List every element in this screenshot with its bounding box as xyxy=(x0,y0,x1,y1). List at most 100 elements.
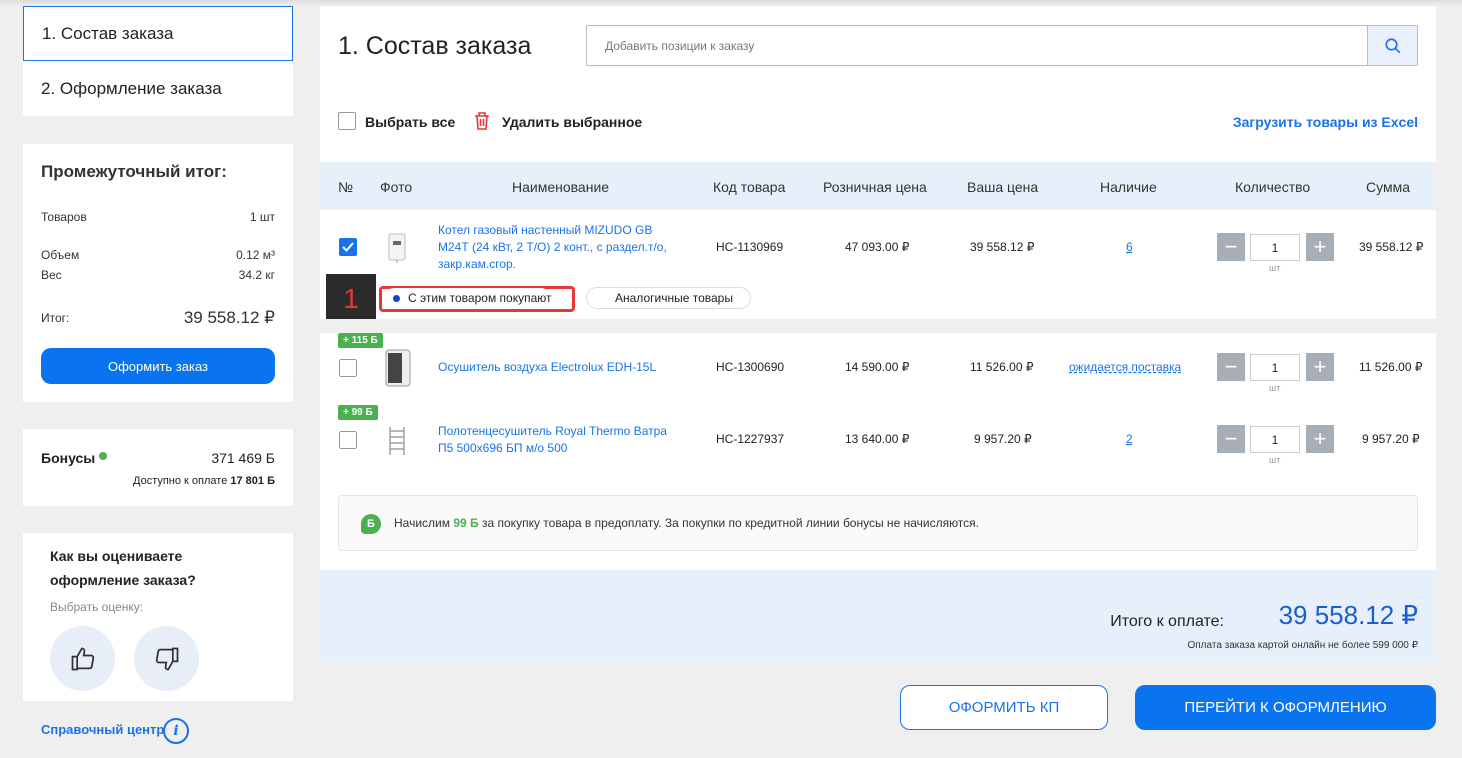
total-row: Итог: 39 558.12 ₽ xyxy=(41,308,275,328)
product-name-link[interactable]: Осушитель воздуха Electrolux EDH-15L xyxy=(438,359,656,376)
stock-link[interactable]: 6 xyxy=(1126,240,1133,254)
tab-buy-with-label: С этим товаром покупают xyxy=(408,291,552,305)
qty-plus-button[interactable]: + xyxy=(1306,353,1334,381)
delete-selected-button[interactable]: Удалить выбранное xyxy=(502,114,642,130)
qty-minus-button[interactable]: − xyxy=(1217,233,1245,261)
col-name: Наименование xyxy=(512,179,610,195)
page-title: 1. Состав заказа xyxy=(338,32,532,60)
upload-excel-link[interactable]: Загрузить товары из Excel xyxy=(1233,114,1418,130)
retail-price: 47 093.00 ₽ xyxy=(845,240,910,254)
thumbs-down-icon xyxy=(155,647,178,670)
bonus-icon: Б xyxy=(361,514,381,534)
col-retail: Розничная цена xyxy=(823,179,927,195)
rating-hint: Выбрать оценку: xyxy=(50,600,144,614)
thumbs-up-button[interactable] xyxy=(50,626,115,691)
qty-input[interactable]: 1 xyxy=(1250,354,1300,381)
rating-panel: Как вы оцениваете оформление заказа? Выб… xyxy=(23,533,293,701)
col-number: № xyxy=(338,179,354,195)
col-qty: Количество xyxy=(1235,179,1311,195)
row-checkbox[interactable] xyxy=(339,359,357,377)
volume-row: Объем 0.12 м³ xyxy=(41,248,275,262)
qty-plus-button[interactable]: + xyxy=(1306,233,1334,261)
row-sum: 11 526.00 ₽ xyxy=(1359,360,1423,374)
step-composition[interactable]: 1. Состав заказа xyxy=(23,6,293,61)
qty-input[interactable]: 1 xyxy=(1250,426,1300,453)
step-marker: 1 xyxy=(326,274,376,323)
bonus-value: 371 469 Б xyxy=(211,450,275,466)
col-code: Код товара xyxy=(713,179,786,195)
qty-plus-button[interactable]: + xyxy=(1306,425,1334,453)
info-icon[interactable]: i xyxy=(163,718,189,744)
towel-dryer-photo[interactable] xyxy=(386,426,408,456)
totals-bar: Итого к оплате: 39 558.12 ₽ Оплата заказ… xyxy=(320,570,1436,661)
help-center-link[interactable]: Справочный центр xyxy=(41,722,164,737)
row-checkbox[interactable] xyxy=(339,431,357,449)
payment-limit-note: Оплата заказа картой онлайн не более 599… xyxy=(1187,640,1418,651)
tab-similar[interactable]: Аналогичные товары xyxy=(586,287,751,309)
qty-minus-button[interactable]: − xyxy=(1217,425,1245,453)
trash-icon[interactable] xyxy=(473,111,491,131)
order-composition: 1. Состав заказа Добавить позиции к зака… xyxy=(320,6,1436,661)
bonus-badge: + 99 Б xyxy=(338,405,378,420)
create-kp-button[interactable]: ОФОРМИТЬ КП xyxy=(900,685,1108,730)
qty-unit: шт xyxy=(1269,383,1281,393)
col-sum: Сумма xyxy=(1366,179,1410,195)
qty-unit: шт xyxy=(1269,455,1281,465)
volume-label: Объем xyxy=(41,248,80,262)
bonus-panel: Бонусы 371 469 Б Доступно к оплате 17 80… xyxy=(23,429,293,506)
bonus-available: Доступно к оплате 17 801 Б xyxy=(133,475,275,487)
row-separator xyxy=(320,319,1436,333)
bonus-info-icon[interactable] xyxy=(99,452,108,460)
grand-total-value: 39 558.12 ₽ xyxy=(1278,600,1418,630)
items-label: Товаров xyxy=(41,210,87,224)
steps-panel: 1. Состав заказа 2. Оформление заказа xyxy=(23,6,293,116)
search-input[interactable]: Добавить позиции к заказу xyxy=(605,39,754,53)
total-value: 39 558.12 ₽ xyxy=(183,308,275,327)
bonus-note: Б Начислим 99 Б за покупку товара в пред… xyxy=(338,495,1418,551)
weight-row: Вес 34.2 кг xyxy=(41,268,275,282)
your-price: 39 558.12 ₽ xyxy=(970,240,1035,254)
checkout-button[interactable]: Оформить заказ xyxy=(41,348,275,384)
thumbs-down-button[interactable] xyxy=(134,626,199,691)
bonus-label-wrap: Бонусы xyxy=(41,450,108,466)
volume-value: 0.12 м³ xyxy=(236,248,275,262)
product-code: НС-1227937 xyxy=(716,432,785,446)
select-all-checkbox[interactable] xyxy=(338,112,356,130)
tab-similar-label: Аналогичные товары xyxy=(615,291,733,305)
bonus-badge: + 115 Б xyxy=(338,333,383,348)
search-field[interactable]: Добавить позиции к заказу xyxy=(586,25,1418,66)
your-price: 11 526.00 ₽ xyxy=(970,360,1034,374)
qty-input[interactable]: 1 xyxy=(1250,234,1300,261)
rating-question: Как вы оцениваете оформление заказа? xyxy=(50,548,196,588)
bonus-available-label: Доступно к оплате xyxy=(133,475,228,487)
note-suffix: за покупку товара в предоплату. За покуп… xyxy=(482,516,979,530)
select-all-label[interactable]: Выбрать все xyxy=(365,114,455,130)
search-button[interactable] xyxy=(1367,26,1417,65)
product-name-link[interactable]: Котел газовый настенный MIZUDO GB М24Т (… xyxy=(438,222,678,273)
thumbs-up-icon xyxy=(71,647,94,670)
qty-minus-button[interactable]: − xyxy=(1217,353,1245,381)
search-icon xyxy=(1384,37,1400,53)
col-stock: Наличие xyxy=(1100,179,1157,195)
dehumidifier-photo[interactable] xyxy=(384,349,412,387)
product-code: НС-1300690 xyxy=(716,360,785,374)
stock-link[interactable]: 2 xyxy=(1126,432,1133,446)
stock-link[interactable]: ожидается поставка xyxy=(1069,360,1181,374)
step-checkout[interactable]: 2. Оформление заказа xyxy=(23,61,293,116)
active-dot-icon xyxy=(393,294,400,302)
note-amount: 99 Б xyxy=(453,516,479,530)
subtotal-title: Промежуточный итог: xyxy=(41,162,227,181)
tab-buy-with[interactable]: С этим товаром покупают xyxy=(384,288,552,308)
weight-value: 34.2 кг xyxy=(238,268,275,282)
retail-price: 13 640.00 ₽ xyxy=(845,432,910,446)
col-price: Ваша цена xyxy=(967,179,1039,195)
total-label: Итог: xyxy=(41,311,70,325)
items-value: 1 шт xyxy=(249,210,275,224)
product-code: НС-1130969 xyxy=(716,240,784,254)
row-sum: 39 558.12 ₽ xyxy=(1359,240,1424,254)
proceed-checkout-button[interactable]: ПЕРЕЙТИ К ОФОРМЛЕНИЮ xyxy=(1135,685,1436,730)
boiler-photo[interactable] xyxy=(387,233,407,263)
product-name-link[interactable]: Полотенцесушитель Royal Thermo Ватра П5 … xyxy=(438,423,668,457)
grand-total-label: Итого к оплате: xyxy=(1110,613,1224,630)
row-checkbox[interactable] xyxy=(339,238,357,256)
